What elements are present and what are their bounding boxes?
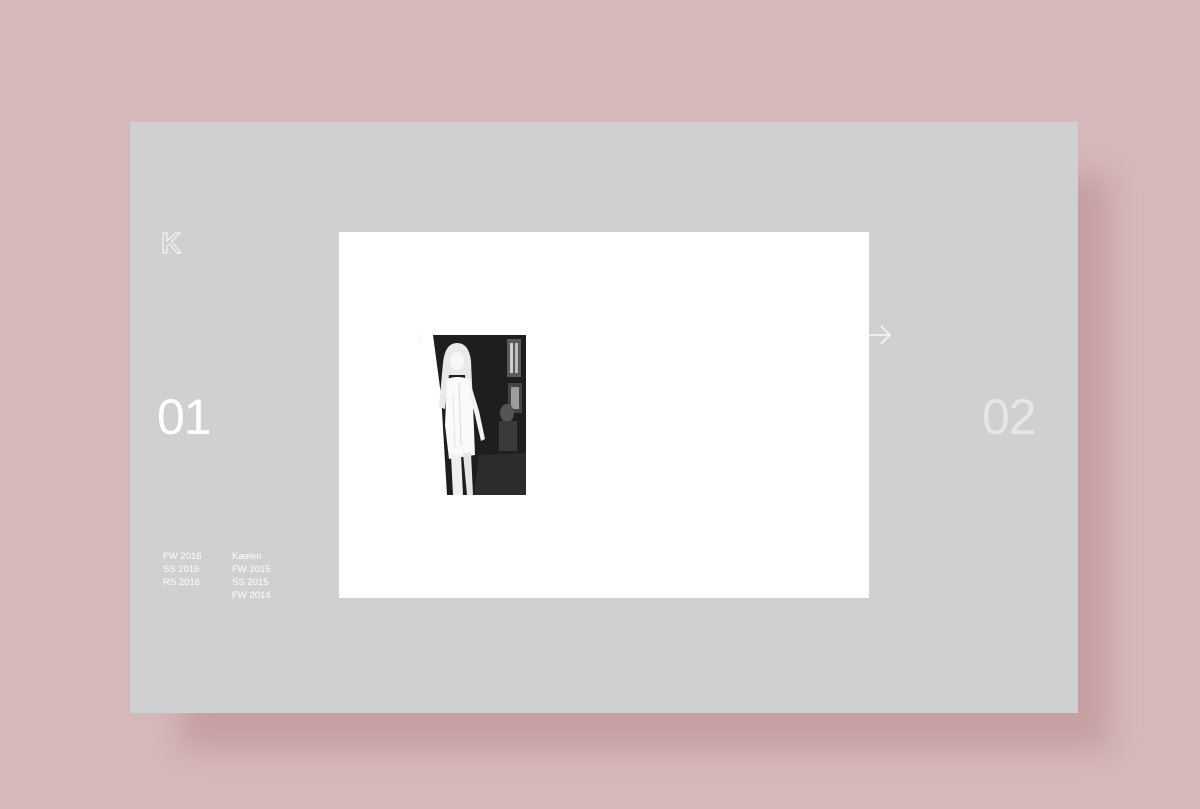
nav-item-fw-2014[interactable]: FW 2014 (232, 589, 271, 602)
arrow-right-icon[interactable] (866, 324, 892, 346)
nav-item-fw-2016[interactable]: FW 2016 (163, 550, 202, 563)
collection-list-secondary: Kaelen FW 2015 SS 2015 FW 2014 (232, 550, 271, 602)
k-logo-icon[interactable] (162, 232, 182, 254)
nav-item-kaelen[interactable]: Kaelen (232, 550, 271, 563)
runway-photo (419, 335, 526, 495)
nav-item-rs-2016[interactable]: RS 2016 (163, 576, 202, 589)
image-stage (339, 232, 869, 598)
current-slide-number: 01 (157, 389, 212, 445)
nav-item-fw-2015[interactable]: FW 2015 (232, 563, 271, 576)
next-slide-number[interactable]: 02 (982, 392, 1037, 442)
preview-card: 01 02 FW 2016 SS 2016 RS 2016 Kaelen FW … (130, 122, 1078, 713)
collection-list-primary: FW 2016 SS 2016 RS 2016 (163, 550, 202, 589)
nav-item-ss-2015[interactable]: SS 2015 (232, 576, 271, 589)
nav-item-ss-2016[interactable]: SS 2016 (163, 563, 202, 576)
